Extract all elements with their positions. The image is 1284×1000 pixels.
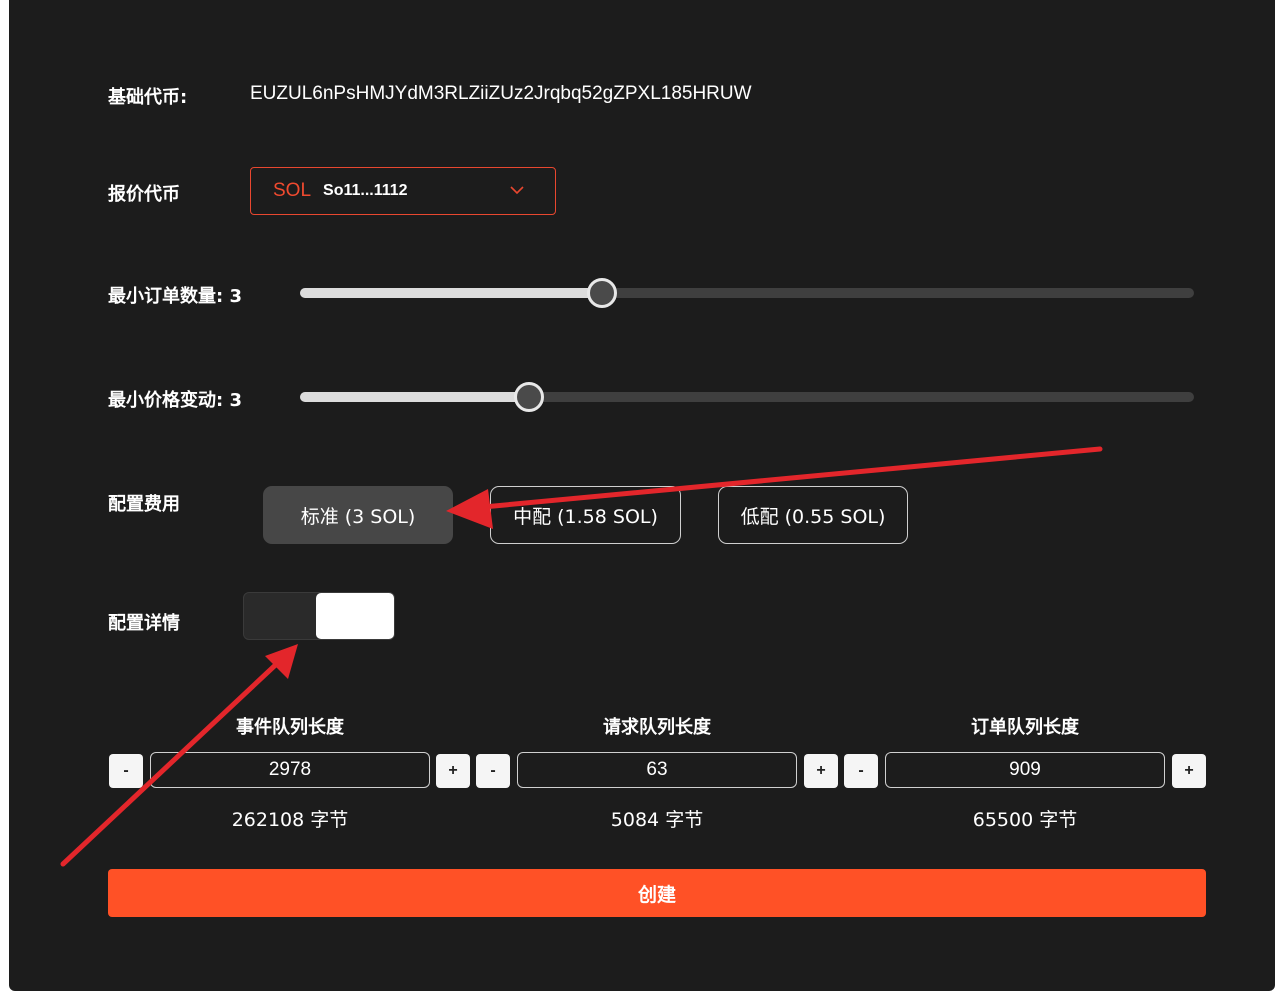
config-details-toggle[interactable] — [243, 592, 395, 640]
request-queue-increment-button[interactable]: + — [804, 754, 838, 788]
min-order-slider[interactable] — [300, 278, 1194, 308]
min-order-label: 最小订单数量: 3 — [108, 286, 242, 307]
order-queue-title: 订单队列长度 — [971, 717, 1079, 738]
toggle-knob — [316, 593, 394, 639]
quote-token-symbol: SOL — [273, 180, 312, 201]
create-button[interactable]: 创建 — [108, 869, 1206, 917]
base-token-label: 基础代币: — [108, 87, 188, 108]
quote-token-select[interactable]: SOL So11...1112 — [250, 167, 556, 215]
request-queue-input[interactable]: 63 — [517, 752, 797, 788]
slider-thumb[interactable] — [587, 278, 618, 308]
request-queue-title: 请求队列长度 — [603, 717, 711, 738]
order-queue-decrement-button[interactable]: - — [844, 754, 878, 788]
config-details-label: 配置详情 — [108, 613, 180, 634]
event-queue-increment-button[interactable]: + — [436, 754, 470, 788]
event-queue-title: 事件队列长度 — [236, 717, 344, 738]
fee-medium-button[interactable]: 中配 (1.58 SOL) — [490, 486, 681, 544]
event-queue-input[interactable]: 2978 — [150, 752, 430, 788]
chevron-down-icon — [510, 186, 524, 195]
min-price-label: 最小价格变动: 3 — [108, 390, 242, 411]
fee-config-label: 配置费用 — [108, 494, 180, 515]
slider-fill — [300, 288, 603, 298]
fee-standard-button[interactable]: 标准 (3 SOL) — [263, 486, 453, 544]
slider-thumb[interactable] — [513, 382, 544, 412]
min-price-slider[interactable] — [300, 382, 1194, 412]
request-queue-bytes: 5084 字节 — [610, 809, 704, 831]
event-queue-decrement-button[interactable]: - — [109, 754, 143, 788]
order-queue-increment-button[interactable]: + — [1172, 754, 1206, 788]
order-queue-bytes: 65500 字节 — [972, 809, 1078, 831]
quote-token-label: 报价代币 — [108, 184, 180, 205]
request-queue-decrement-button[interactable]: - — [476, 754, 510, 788]
quote-token-address: So11...1112 — [323, 182, 408, 199]
order-queue-input[interactable]: 909 — [885, 752, 1165, 788]
slider-fill — [300, 392, 529, 402]
base-token-address: EUZUL6nPsHMJYdM3RLZiiZUz2Jrqbq52gZPXL185… — [250, 83, 752, 104]
fee-low-button[interactable]: 低配 (0.55 SOL) — [718, 486, 908, 544]
event-queue-bytes: 262108 字节 — [231, 809, 349, 831]
